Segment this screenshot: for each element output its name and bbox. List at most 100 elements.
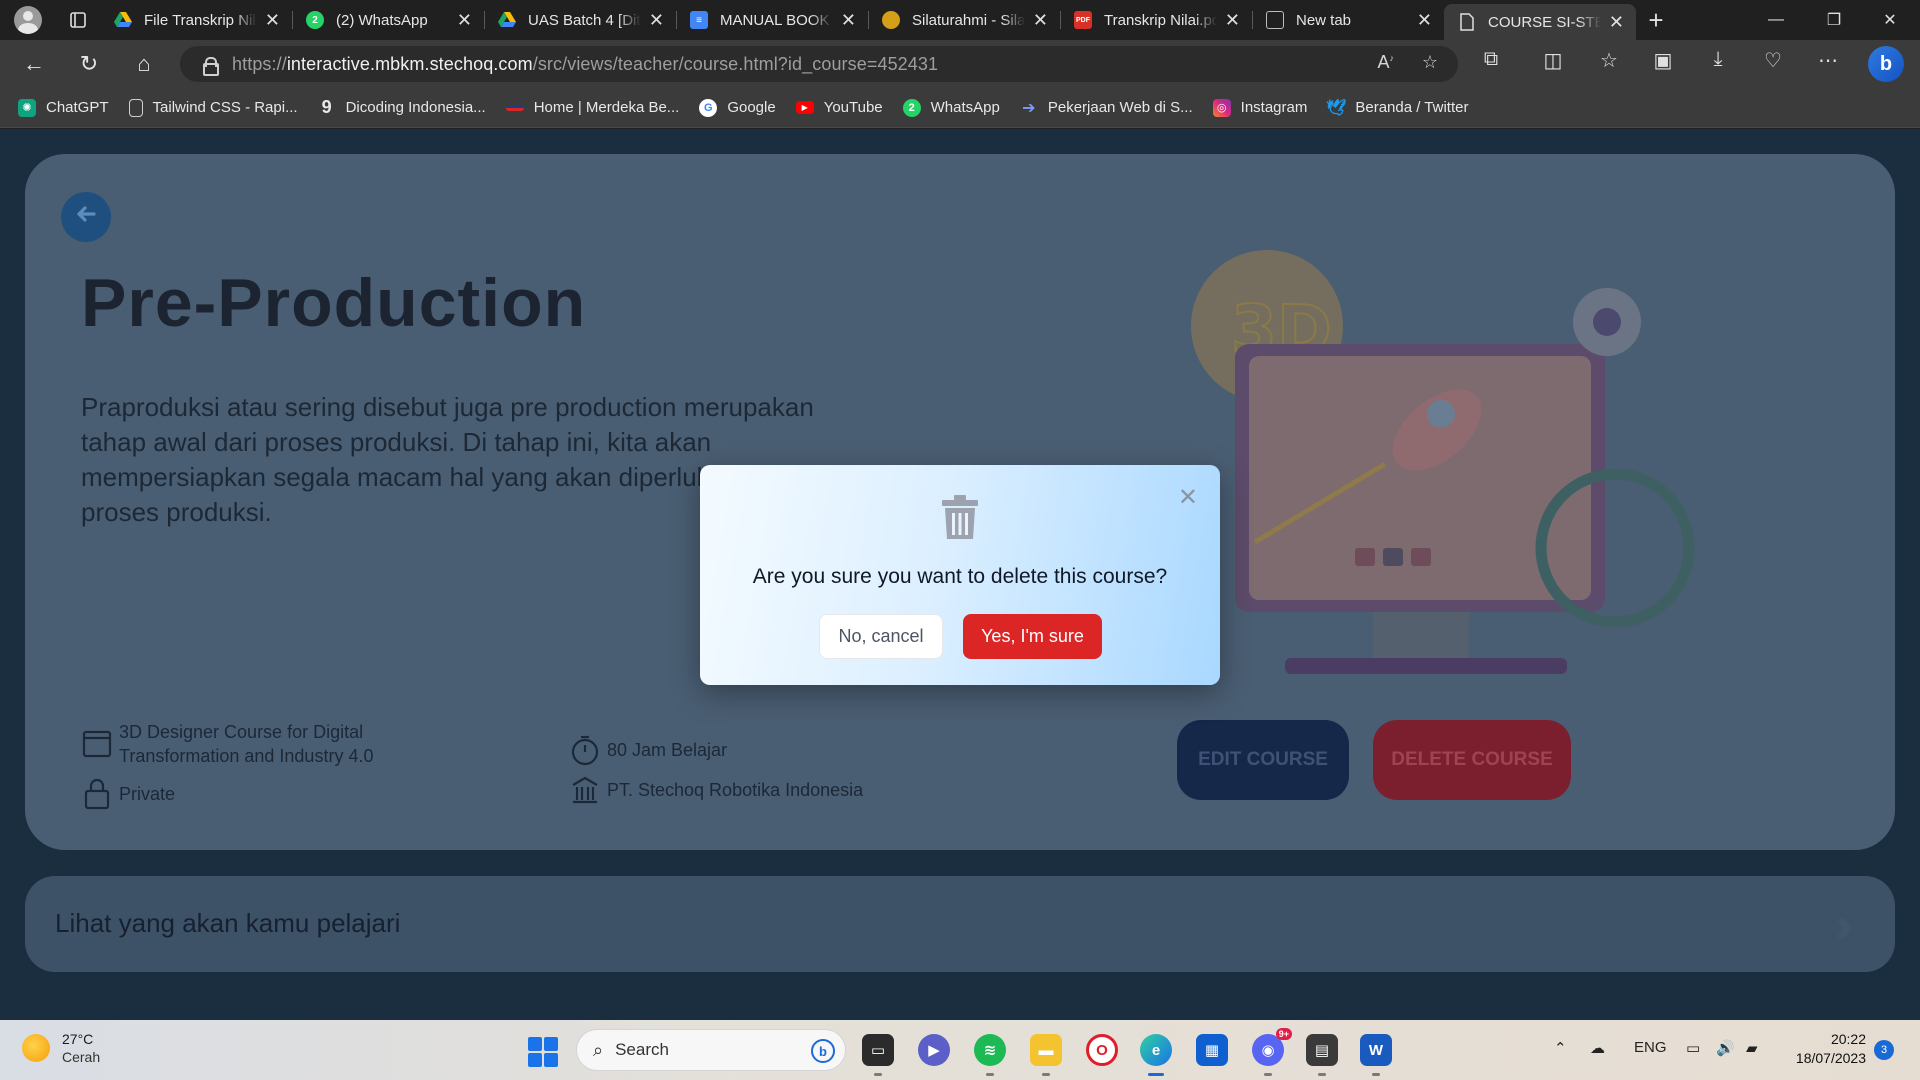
clock-date: 18/07/2023 — [1795, 1050, 1866, 1066]
tab-new-tab[interactable]: New tab ✕ — [1252, 0, 1444, 40]
chevron-up-icon[interactable]: ⌃ — [1554, 1039, 1567, 1057]
performance-icon[interactable]: ♡ — [1758, 48, 1788, 73]
more-menu-icon[interactable]: ⋯ — [1813, 48, 1843, 73]
word-icon[interactable]: W — [1360, 1034, 1392, 1076]
confirm-delete-button[interactable]: Yes, I'm sure — [963, 614, 1102, 659]
tab-close-icon[interactable]: ✕ — [457, 10, 472, 31]
weather-widget[interactable]: 27°C Cerah — [22, 1030, 100, 1066]
tab-course-active[interactable]: COURSE SI-STECH ✕ — [1444, 4, 1636, 40]
google-icon: G — [699, 98, 718, 117]
tab-file-transkrip[interactable]: File Transkrip Nilai ✕ — [100, 0, 292, 40]
windows-start-icon[interactable] — [528, 1037, 558, 1067]
tab-uas-batch[interactable]: UAS Batch 4 [Ditu ✕ — [484, 0, 676, 40]
tab-title: Silaturahmi - Sila — [912, 11, 1025, 29]
new-tab-plus-icon[interactable]: + — [1636, 0, 1676, 40]
course-visibility-info: Private — [81, 778, 175, 810]
network-icon[interactable]: ▭ — [1686, 1039, 1700, 1057]
home-icon[interactable]: ⌂ — [126, 48, 162, 80]
weather-temperature: 27°C — [62, 1031, 94, 1047]
google-docs-icon: ≡ — [690, 11, 708, 29]
language-indicator[interactable]: ENG — [1634, 1039, 1667, 1056]
extensions-icon[interactable]: ⧉ — [1476, 48, 1506, 71]
delete-course-button[interactable]: DELETE COURSE — [1373, 720, 1571, 800]
lock-icon[interactable] — [202, 57, 219, 76]
course-duration-info: 80 Jam Belajar — [569, 734, 727, 766]
page-icon — [128, 98, 143, 117]
favorites-icon[interactable]: ☆ — [1594, 48, 1624, 73]
lock-icon — [81, 778, 113, 810]
course-visibility: Private — [119, 784, 176, 804]
system-clock[interactable]: 20:22 18/07/2023 — [1786, 1030, 1866, 1068]
tab-whatsapp[interactable]: 2 (2) WhatsApp ✕ — [292, 0, 484, 40]
chatgpt-icon: ✺ — [18, 98, 36, 117]
tab-close-icon[interactable]: ✕ — [841, 10, 856, 31]
tab-close-icon[interactable]: ✕ — [265, 10, 280, 31]
weather-sun-icon — [22, 1034, 50, 1062]
tab-close-icon[interactable]: ✕ — [649, 10, 664, 31]
jobs-icon: ➔ — [1022, 99, 1036, 117]
teams-chat-icon[interactable]: ▶ — [918, 1034, 950, 1066]
microsoft-store-icon[interactable]: ▦ — [1196, 1034, 1228, 1066]
window-close-icon[interactable]: ✕ — [1862, 0, 1918, 40]
bookmark-google[interactable]: G Google — [699, 98, 776, 117]
split-screen-icon[interactable]: ◫ — [1538, 48, 1568, 73]
bookmark-chatgpt[interactable]: ✺ ChatGPT — [18, 98, 109, 117]
trash-icon — [940, 495, 980, 541]
bookmark-whatsapp[interactable]: 2 WhatsApp — [902, 98, 1000, 117]
refresh-icon[interactable]: ↻ — [71, 48, 107, 80]
pdf-icon: PDF — [1074, 11, 1092, 29]
tab-actions-icon[interactable] — [56, 0, 100, 40]
restore-icon[interactable]: ❐ — [1806, 0, 1862, 40]
discord-icon[interactable]: ◉ 9+ — [1252, 1028, 1292, 1076]
opera-icon[interactable]: O — [1086, 1034, 1118, 1066]
back-arrow-icon[interactable]: ← — [16, 48, 52, 80]
cancel-button[interactable]: No, cancel — [819, 614, 943, 659]
back-button[interactable] — [61, 192, 111, 242]
read-aloud-icon[interactable]: A♪ — [1377, 52, 1394, 73]
bookmark-twitter[interactable]: 🕊 Beranda / Twitter — [1326, 99, 1468, 117]
bookmarks-bar: ✺ ChatGPT Tailwind CSS - Rapi... 9 Dicodin… — [0, 88, 1920, 128]
collections-icon[interactable]: ▣ — [1648, 48, 1678, 73]
twitter-icon: 🕊 — [1326, 99, 1347, 117]
tab-close-icon[interactable]: ✕ — [1225, 10, 1240, 31]
task-view-icon[interactable]: ▭ — [862, 1034, 894, 1076]
edge-icon[interactable]: e — [1140, 1034, 1172, 1076]
tab-close-icon[interactable]: ✕ — [1609, 12, 1624, 33]
tab-manual-book[interactable]: ≡ MANUAL BOOK I ✕ — [676, 0, 868, 40]
bookmark-instagram[interactable]: ◎ Instagram — [1212, 98, 1307, 117]
edit-course-button[interactable]: EDIT COURSE — [1177, 720, 1349, 800]
tab-close-icon[interactable]: ✕ — [1033, 10, 1048, 31]
bookmark-pekerjaan[interactable]: ➔ Pekerjaan Web di S... — [1020, 99, 1193, 117]
building-icon — [569, 774, 601, 806]
tab-title: (2) WhatsApp — [336, 11, 428, 29]
bing-copilot-icon[interactable]: b — [1868, 46, 1904, 82]
bookmark-tailwind[interactable]: Tailwind CSS - Rapi... — [128, 98, 298, 117]
downloads-icon[interactable]: ⤓ — [1703, 48, 1733, 71]
profile-avatar-icon[interactable] — [14, 6, 42, 34]
tab-title: File Transkrip Nilai — [144, 11, 257, 29]
file-explorer-icon[interactable]: ▬ — [1030, 1034, 1062, 1076]
tab-silaturahmi[interactable]: Silaturahmi - Sila ✕ — [868, 0, 1060, 40]
course-illustration: 3D — [1191, 250, 1695, 674]
onedrive-icon[interactable]: ☁ — [1590, 1039, 1605, 1057]
tab-transkrip-pdf[interactable]: PDF Transkrip Nilai.pd ✕ — [1060, 0, 1252, 40]
learn-accordion[interactable]: Lihat yang akan kamu pelajari ›› — [25, 876, 1895, 972]
address-bar[interactable]: https://interactive.mbkm.stechoq.com/src… — [180, 46, 1458, 82]
taskbar-search[interactable]: ⌕ Search b — [576, 1029, 846, 1071]
bookmark-youtube[interactable]: ▶ YouTube — [795, 99, 883, 116]
minimize-icon[interactable]: — — [1748, 0, 1804, 40]
browser-toolbar: ← ↻ ⌂ https://interactive.mbkm.stechoq.c… — [0, 40, 1920, 88]
calculator-icon[interactable]: ▤ — [1306, 1034, 1338, 1076]
bookmark-dicoding[interactable]: 9 Dicoding Indonesia... — [318, 97, 486, 117]
spotify-icon[interactable]: ≋ — [974, 1034, 1006, 1076]
volume-icon[interactable]: 🔊 — [1716, 1039, 1735, 1057]
favorite-star-icon[interactable]: ☆ — [1422, 52, 1438, 73]
double-chevron-right-icon[interactable]: ›› — [1835, 898, 1853, 953]
url-text[interactable]: https://interactive.mbkm.stechoq.com/src… — [232, 54, 938, 75]
search-icon: ⌕ — [593, 1039, 604, 1060]
battery-icon[interactable]: ▰ — [1746, 1039, 1758, 1057]
close-icon[interactable]: ✕ — [1178, 483, 1198, 512]
tab-close-icon[interactable]: ✕ — [1417, 10, 1432, 31]
bookmark-merdeka[interactable]: Home | Merdeka Be... — [505, 99, 679, 116]
notification-badge[interactable]: 3 — [1874, 1040, 1894, 1060]
